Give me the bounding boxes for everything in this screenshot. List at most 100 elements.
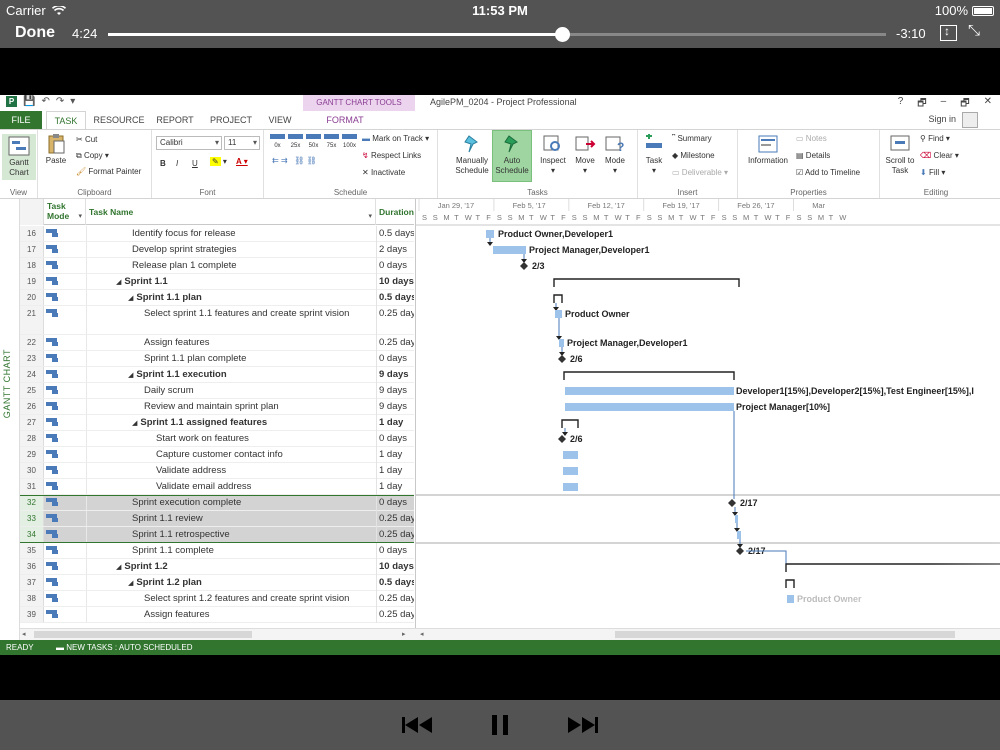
tab-task[interactable]: TASK xyxy=(46,111,86,129)
redo-icon[interactable]: ↷ xyxy=(56,96,64,107)
clear-button[interactable]: ⌫ Clear ▾ xyxy=(920,151,959,160)
italic-button[interactable]: I xyxy=(176,159,178,168)
highlight-color-button[interactable]: ✎ ▾ xyxy=(210,157,227,166)
task-name-cell[interactable]: Sprint 1.1 plan complete xyxy=(144,351,246,367)
duration-cell[interactable]: 0 days xyxy=(376,351,414,367)
task-name-cell[interactable]: ◢ Sprint 1.1 assigned features xyxy=(132,415,267,431)
table-row[interactable]: 22 Assign features 0.25 day xyxy=(20,335,414,351)
column-task-name[interactable]: Task Name ▾ xyxy=(86,199,376,225)
duration-cell[interactable]: 9 days xyxy=(376,383,414,399)
table-row[interactable]: 33 Sprint 1.1 review 0.25 day xyxy=(20,511,414,527)
paste-button[interactable]: Paste xyxy=(42,134,70,166)
task-name-cell[interactable]: Sprint execution complete xyxy=(132,495,241,511)
scrubber-track[interactable] xyxy=(108,27,886,42)
duration-cell[interactable]: 0 days xyxy=(376,543,414,559)
insert-task-button[interactable]: Task ▾ xyxy=(640,134,668,176)
pct-50-button[interactable]: 50x xyxy=(306,134,321,151)
tab-project[interactable]: PROJECT xyxy=(206,111,256,129)
row-id[interactable]: 38 xyxy=(20,591,44,606)
row-id[interactable]: 18 xyxy=(20,258,44,273)
row-id[interactable]: 20 xyxy=(20,290,44,305)
mode-button[interactable]: ? Mode ▾ xyxy=(600,134,630,176)
duration-cell[interactable]: 0.25 day xyxy=(376,607,414,623)
duration-cell[interactable]: 0 days xyxy=(376,258,414,274)
row-id[interactable]: 24 xyxy=(20,367,44,382)
duration-cell[interactable]: 1 day xyxy=(376,463,414,479)
collapse-triangle-icon[interactable]: ◢ xyxy=(128,372,133,379)
row-id[interactable]: 29 xyxy=(20,447,44,462)
duration-cell[interactable]: 0.25 day xyxy=(376,335,414,351)
tab-resource[interactable]: RESOURCE xyxy=(92,111,146,129)
sign-in-link[interactable]: Sign in xyxy=(928,114,956,124)
gantt-chart-button[interactable]: Gantt Chart xyxy=(2,134,36,180)
scroll-to-task-button[interactable]: Scroll to Task xyxy=(882,134,918,176)
respect-links-button[interactable]: ↯ Respect Links xyxy=(362,151,421,160)
table-row[interactable]: 37 ◢ Sprint 1.2 plan 0.5 days xyxy=(20,575,414,591)
fast-forward-icon[interactable] xyxy=(566,714,600,736)
tab-report[interactable]: REPORT xyxy=(152,111,198,129)
row-id[interactable]: 26 xyxy=(20,399,44,414)
row-id[interactable]: 17 xyxy=(20,242,44,257)
duration-cell[interactable]: 9 days xyxy=(376,399,414,415)
duration-cell[interactable]: 0.25 day xyxy=(376,527,414,543)
bold-button[interactable]: B xyxy=(160,159,166,168)
table-row[interactable]: 31 Validate email address 1 day xyxy=(20,479,414,495)
select-all-corner[interactable] xyxy=(20,199,44,225)
table-row[interactable]: 20 ◢ Sprint 1.1 plan 0.5 days xyxy=(20,290,414,306)
manually-schedule-button[interactable]: Manually Schedule xyxy=(452,134,492,176)
font-family-select[interactable]: Calibri xyxy=(156,136,222,150)
details-button[interactable]: ▤ Details xyxy=(796,151,830,160)
table-row[interactable]: 17 Develop sprint strategies 2 days xyxy=(20,242,414,258)
scroll-right-icon[interactable]: ▸ xyxy=(402,629,406,640)
row-id[interactable]: 23 xyxy=(20,351,44,366)
underline-button[interactable]: U xyxy=(192,159,198,168)
table-row[interactable]: 26 Review and maintain sprint plan 9 days xyxy=(20,399,414,415)
mark-on-track-button[interactable]: ▬ Mark on Track ▾ xyxy=(362,134,429,143)
done-button[interactable]: Done xyxy=(15,24,55,42)
row-id[interactable]: 34 xyxy=(20,527,44,542)
collapse-triangle-icon[interactable]: ◢ xyxy=(116,279,121,286)
rewind-icon[interactable] xyxy=(400,714,434,736)
add-to-timeline-button[interactable]: ☑ Add to Timeline xyxy=(796,168,860,177)
duration-cell[interactable]: 0 days xyxy=(376,431,414,447)
pause-icon[interactable] xyxy=(489,714,511,736)
inspect-button[interactable]: Inspect ▾ xyxy=(536,134,570,176)
table-row[interactable]: 32 Sprint execution complete 0 days xyxy=(20,495,414,511)
notes-button[interactable]: ▭ Notes xyxy=(796,134,827,143)
table-row[interactable]: 18 Release plan 1 complete 0 days xyxy=(20,258,414,274)
customize-icon[interactable]: ▾ xyxy=(70,96,75,107)
table-row[interactable]: 24 ◢ Sprint 1.1 execution 9 days xyxy=(20,367,414,383)
task-name-cell[interactable]: ◢ Sprint 1.2 xyxy=(116,559,168,575)
milestone-button[interactable]: ◆ Milestone xyxy=(672,151,715,160)
task-name-cell[interactable]: Assign features xyxy=(144,335,209,351)
row-id[interactable]: 19 xyxy=(20,274,44,289)
duration-cell[interactable]: 2 days xyxy=(376,242,414,258)
duration-cell[interactable]: 10 days xyxy=(376,559,414,575)
cut-button[interactable]: ✂ Cut xyxy=(76,135,97,144)
task-name-cell[interactable]: Validate email address xyxy=(156,479,251,495)
pct-25-button[interactable]: 25x xyxy=(288,134,303,151)
table-row[interactable]: 35 Sprint 1.1 complete 0 days xyxy=(20,543,414,559)
copy-button[interactable]: ⧉ Copy ▾ xyxy=(76,151,109,161)
table-row[interactable]: 39 Assign features 0.25 day xyxy=(20,607,414,623)
duration-cell[interactable]: 0.25 day xyxy=(376,591,414,607)
duration-cell[interactable]: 0 days xyxy=(376,495,414,511)
duration-cell[interactable]: 9 days xyxy=(376,367,414,383)
find-button[interactable]: ⚲ Find ▾ xyxy=(920,134,950,143)
tab-view[interactable]: VIEW xyxy=(262,111,298,129)
gantt-scroll-left-icon[interactable]: ◂ xyxy=(420,629,424,640)
task-name-cell[interactable]: Release plan 1 complete xyxy=(132,258,237,274)
table-row[interactable]: 34 Sprint 1.1 retrospective 0.25 day xyxy=(20,527,414,543)
table-row[interactable]: 16 Identify focus for release 0.5 days xyxy=(20,226,414,242)
row-id[interactable]: 36 xyxy=(20,559,44,574)
row-id[interactable]: 22 xyxy=(20,335,44,350)
task-name-cell[interactable]: Sprint 1.1 complete xyxy=(132,543,214,559)
task-name-cell[interactable]: Assign features xyxy=(144,607,209,623)
duration-cell[interactable]: 0.5 days xyxy=(376,226,414,242)
task-name-cell[interactable]: ◢ Sprint 1.1 plan xyxy=(128,290,202,306)
table-row[interactable]: 23 Sprint 1.1 plan complete 0 days xyxy=(20,351,414,367)
task-name-cell[interactable]: Sprint 1.1 retrospective xyxy=(132,527,230,543)
save-icon[interactable]: 💾 xyxy=(23,96,35,107)
pct-75-button[interactable]: 75x xyxy=(324,134,339,151)
row-id[interactable]: 28 xyxy=(20,431,44,446)
